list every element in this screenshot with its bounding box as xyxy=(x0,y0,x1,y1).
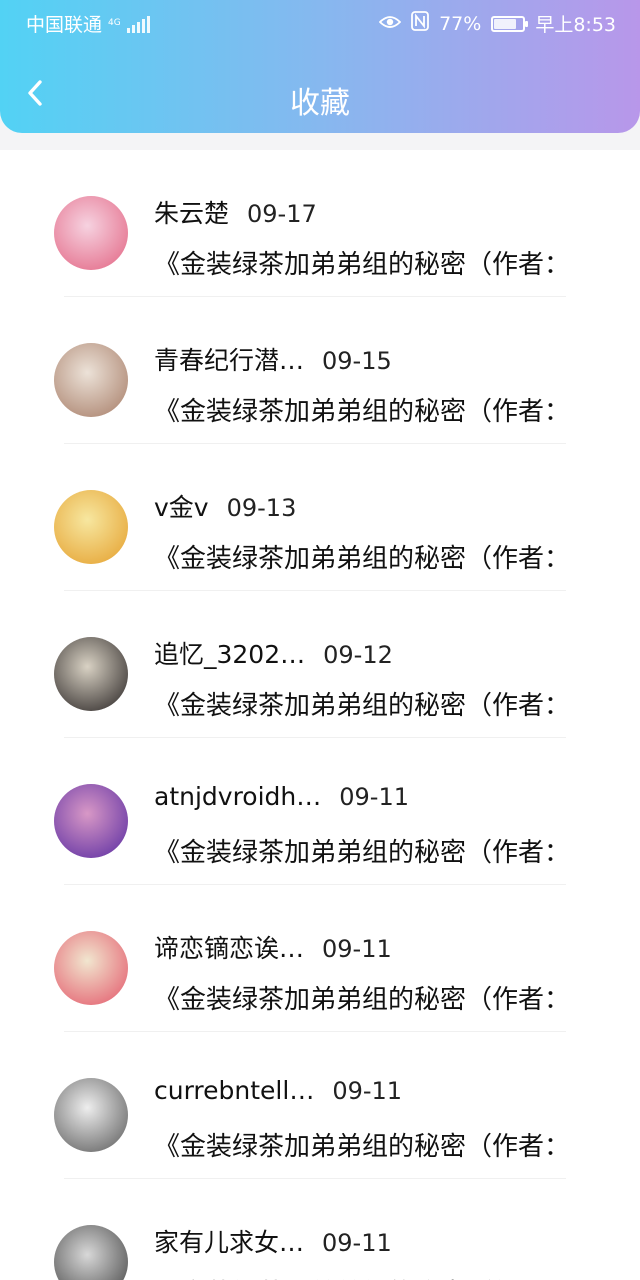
user-name: 青春纪行潜… xyxy=(154,346,305,375)
christmas-child-avatar[interactable] xyxy=(54,637,128,711)
user-name: 家有儿求女… xyxy=(154,1228,305,1257)
eye-comfort-icon xyxy=(378,13,402,35)
battery-percent: 77% xyxy=(439,12,482,35)
carrier-label: 中国联通 xyxy=(26,14,103,36)
list-item[interactable]: atnjdvroidh… 09-11 《金装绿茶加弟弟组的秘密（作者： xyxy=(0,738,640,885)
lavender-field-avatar[interactable] xyxy=(54,784,128,858)
header-bar: 中国联通 4G 77% 早上8:53 收藏 xyxy=(0,0,640,133)
item-title: 《金装绿茶加弟弟组的秘密（作者： xyxy=(154,250,571,280)
man-photo-avatar[interactable] xyxy=(54,1225,128,1280)
item-title: 《金装绿茶加弟弟组的秘密（作者： xyxy=(154,397,571,427)
item-date: 09-17 xyxy=(247,200,317,228)
anime-boy-avatar[interactable] xyxy=(54,490,128,564)
list-item[interactable]: 朱云楚 09-17 《金装绿茶加弟弟组的秘密（作者： xyxy=(0,150,640,297)
item-title: 《金装绿茶加弟弟组的秘密（作者： xyxy=(154,985,571,1015)
portrait-photo-avatar[interactable] xyxy=(54,343,128,417)
drawing-girl-avatar[interactable] xyxy=(54,931,128,1005)
network-type-label: 4G xyxy=(108,18,121,28)
user-name: atnjdvroidh… xyxy=(154,782,322,811)
item-date: 09-11 xyxy=(332,1077,403,1105)
item-date: 09-12 xyxy=(323,641,393,669)
item-title: 《金装绿茶加弟弟组的秘密（作者： xyxy=(154,1132,571,1162)
item-title: 《金装绿茶加弟弟组的秘密（作者： xyxy=(154,838,571,868)
user-name: currebntell… xyxy=(154,1076,315,1105)
item-date: 09-11 xyxy=(322,1229,392,1257)
user-name: 朱云楚 xyxy=(154,199,230,228)
user-name: 追忆_3202… xyxy=(154,640,306,669)
user-name: v金v xyxy=(154,493,209,522)
item-date: 09-11 xyxy=(322,935,392,963)
list-item[interactable]: 青春纪行潜… 09-15 《金装绿茶加弟弟组的秘密（作者： xyxy=(0,297,640,444)
list-item[interactable]: 家有儿求女… 09-11 《金装绿茶加弟弟组的秘密（作者： xyxy=(0,1179,640,1280)
user-name: 谛恋镝恋诶… xyxy=(154,934,305,963)
item-title: 《金装绿茶加弟弟组的秘密（作者： xyxy=(154,1273,584,1280)
item-date: 09-15 xyxy=(322,347,392,375)
favorites-list[interactable]: 朱云楚 09-17 《金装绿茶加弟弟组的秘密（作者： 青春纪行潜… 09-15 《金装绿茶… xyxy=(0,150,640,1280)
husky-puppy-avatar[interactable] xyxy=(54,1078,128,1152)
battery-icon xyxy=(491,15,529,32)
item-title: 《金装绿茶加弟弟组的秘密（作者： xyxy=(154,691,571,721)
page-title: 收藏 xyxy=(290,86,350,121)
list-item[interactable]: 追忆_3202… 09-12 《金装绿茶加弟弟组的秘密（作者： xyxy=(0,591,640,738)
signal-icon xyxy=(126,15,150,33)
nav-bar: 收藏 xyxy=(0,60,640,134)
item-date: 09-13 xyxy=(226,494,297,522)
item-title: 《金装绿茶加弟弟组的秘密（作者： xyxy=(154,544,571,574)
list-item[interactable]: 谛恋镝恋诶… 09-11 《金装绿茶加弟弟组的秘密（作者： xyxy=(0,885,640,1032)
clock: 早上8:53 xyxy=(535,14,616,36)
list-item[interactable]: currebntell… 09-11 《金装绿茶加弟弟组的秘密（作者： xyxy=(0,1032,640,1179)
status-bar: 中国联通 4G 77% 早上8:53 xyxy=(0,0,640,44)
list-item[interactable]: v金v 09-13 《金装绿茶加弟弟组的秘密（作者： xyxy=(0,444,640,591)
nfc-icon xyxy=(411,11,429,36)
anime-girl-avatar[interactable] xyxy=(54,196,128,270)
item-date: 09-11 xyxy=(339,783,410,811)
